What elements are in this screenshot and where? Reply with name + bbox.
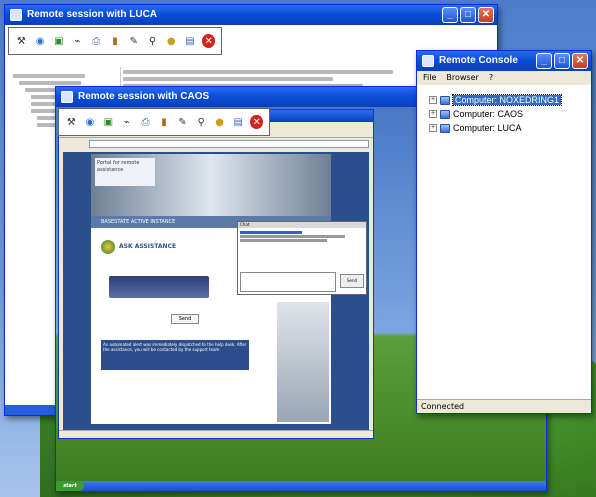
remote-session-icon — [61, 91, 73, 103]
screen-icon[interactable]: ▣ — [102, 115, 115, 129]
section-title: ASK ASSISTANCE — [119, 243, 177, 250]
server-room-banner: Portal for remote assistance — [91, 154, 331, 216]
magnifier-icon[interactable]: ⚲ — [195, 115, 208, 129]
chat-send-label: Send — [346, 278, 358, 283]
banner-text: Portal for remote assistance — [97, 160, 140, 173]
notice-text: An automated alert was immediately dispa… — [103, 342, 247, 352]
console-statusbar: Connected — [417, 399, 591, 413]
luca-window-title: Remote session with LUCA — [27, 9, 158, 20]
remote-session-icon — [10, 9, 22, 21]
chat-header: Chat — [238, 222, 366, 228]
tool-icon[interactable]: ⚒ — [65, 115, 78, 129]
office-photo — [277, 302, 329, 422]
browser-address-bar[interactable] — [89, 140, 369, 148]
maximize-button[interactable]: □ — [460, 7, 476, 23]
console-menubar: File Browser ? — [417, 71, 591, 85]
close-button[interactable]: ✕ — [478, 7, 494, 23]
menu-help[interactable]: ? — [489, 73, 493, 82]
chat-window[interactable]: Chat Send — [237, 221, 367, 295]
console-window-title: Remote Console — [439, 55, 518, 66]
help-icon[interactable]: ◉ — [84, 115, 97, 129]
chat-input[interactable] — [240, 272, 336, 292]
coin-icon[interactable]: ● — [165, 34, 178, 48]
minimize-button[interactable]: _ — [442, 7, 458, 23]
help-icon[interactable]: ◉ — [34, 34, 47, 48]
chat-header-label: Chat — [240, 222, 250, 227]
stop-icon[interactable]: ✕ — [250, 115, 264, 129]
network-icon[interactable]: ⌁ — [121, 115, 134, 129]
remote-console-window[interactable]: Remote Console _ □ ✕ File Browser ? + Co… — [416, 50, 592, 414]
printer-icon[interactable]: ⎙ — [139, 115, 152, 129]
computer-label: Computer: CAOS — [453, 109, 524, 119]
console-icon — [422, 55, 434, 67]
expand-icon[interactable]: + — [429, 110, 437, 118]
console-titlebar[interactable]: Remote Console _ □ ✕ — [417, 51, 591, 71]
tool-icon[interactable]: ⚒ — [15, 34, 28, 48]
pen-icon[interactable]: ✎ — [176, 115, 189, 129]
menu-browser[interactable]: Browser — [446, 73, 478, 82]
computer-label: Computer: LUCA — [453, 123, 522, 133]
expand-icon[interactable]: + — [429, 124, 437, 132]
printer-icon[interactable]: ⎙ — [90, 34, 103, 48]
bottle-icon[interactable]: ▮ — [109, 34, 122, 48]
tree-item-computer[interactable]: + Computer: LUCA — [429, 121, 589, 135]
tree-item-computer[interactable]: + Computer: CAOS — [429, 107, 589, 121]
stop-icon[interactable]: ✕ — [202, 34, 216, 48]
expand-icon[interactable]: + — [429, 96, 437, 104]
magnifier-icon[interactable]: ⚲ — [146, 34, 159, 48]
luca-titlebar[interactable]: Remote session with LUCA _ □ ✕ — [5, 5, 497, 25]
chat-messages — [240, 230, 364, 243]
remote-start-label: start — [63, 483, 77, 489]
computer-icon — [440, 109, 450, 119]
remote-start-button[interactable]: start — [56, 481, 84, 491]
notice-box: An automated alert was immediately dispa… — [101, 340, 249, 370]
computer-icon — [440, 95, 450, 105]
caos-remote-taskbar: start — [56, 481, 546, 491]
close-button[interactable]: ✕ — [572, 53, 588, 69]
screen-icon[interactable]: ▣ — [52, 34, 65, 48]
network-icon[interactable]: ⌁ — [71, 34, 84, 48]
monitor-icon[interactable]: ▤ — [232, 115, 245, 129]
chat-send-button[interactable]: Send — [340, 274, 364, 288]
browser-statusbar — [59, 430, 373, 438]
computer-tree: + Computer: NOXEDRING1 + Computer: CAOS … — [429, 93, 589, 135]
connect-image-box — [109, 276, 209, 298]
computer-label: Computer: NOXEDRING1 — [451, 94, 563, 106]
banner-text-box: Portal for remote assistance — [95, 158, 155, 186]
maximize-button[interactable]: □ — [554, 53, 570, 69]
computer-icon — [440, 123, 450, 133]
monitor-icon[interactable]: ▤ — [184, 34, 197, 48]
minimize-button[interactable]: _ — [536, 53, 552, 69]
assistance-logo-icon — [101, 240, 115, 254]
coin-icon[interactable]: ● — [213, 115, 226, 129]
luca-toolbar: ⚒ ◉ ▣ ⌁ ⎙ ▮ ✎ ⚲ ● ▤ ✕ — [8, 27, 222, 55]
send-button-label: Send — [178, 316, 192, 322]
tree-item-computer[interactable]: + Computer: NOXEDRING1 — [429, 93, 589, 107]
connection-status: Connected — [421, 402, 465, 411]
bottle-icon[interactable]: ▮ — [158, 115, 171, 129]
caos-toolbar: ⚒ ◉ ▣ ⌁ ⎙ ▮ ✎ ⚲ ● ▤ ✕ — [58, 108, 270, 136]
banner-caption: BASESTATE ACTIVE INSTANCE — [101, 219, 176, 225]
menu-file[interactable]: File — [423, 73, 436, 82]
send-button[interactable]: Send — [171, 314, 199, 324]
caos-window-title: Remote session with CAOS — [78, 91, 210, 102]
pen-icon[interactable]: ✎ — [127, 34, 140, 48]
